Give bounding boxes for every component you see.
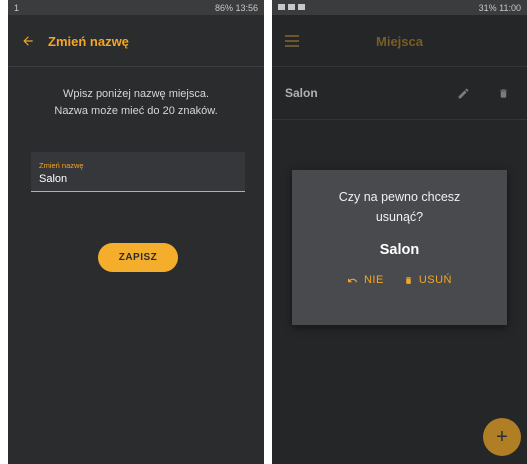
app-bar: Miejsca <box>272 15 527 67</box>
status-bar: 31% 11:00 <box>272 0 527 15</box>
places-screen: 31% 11:00 Miejsca Salon Czy na pewno chc… <box>272 0 527 464</box>
dialog-actions: NIE USUŃ <box>292 274 507 286</box>
list-item[interactable]: Salon <box>272 67 527 119</box>
instructions-line-1: Wpisz poniżej nazwę miejsca. <box>62 88 210 100</box>
cancel-label: NIE <box>363 274 384 286</box>
appbar-divider <box>8 66 264 67</box>
undo-icon <box>347 277 358 282</box>
status-right: 31% 11:00 <box>478 2 521 13</box>
confirm-delete-button[interactable]: USUŃ <box>404 274 452 286</box>
menu-icon[interactable] <box>272 21 312 61</box>
dialog-question: Czy na pewno chcesz usunąć? <box>338 190 461 224</box>
add-place-button[interactable]: + <box>483 418 521 456</box>
cancel-button[interactable]: NIE <box>347 274 384 286</box>
edit-icon[interactable] <box>443 73 483 113</box>
instructions: Wpisz poniżej nazwę miejsca. Nazwa może … <box>8 86 264 120</box>
list-divider <box>272 119 527 120</box>
trash-icon <box>405 276 411 284</box>
status-right: 86% 13:56 <box>214 2 258 13</box>
status-left: 1 <box>14 2 20 13</box>
app-bar: Zmień nazwę <box>8 15 264 67</box>
page-title: Zmień nazwę <box>48 33 129 49</box>
name-field[interactable]: Zmień nazwę <box>31 152 245 192</box>
confirm-label: USUŃ <box>418 274 452 286</box>
dialog-place-name: Salon <box>379 242 420 258</box>
status-bar: 1 86% 13:56 <box>8 0 264 15</box>
name-input[interactable] <box>39 173 229 185</box>
place-name: Salon <box>285 86 318 100</box>
back-arrow-icon[interactable] <box>8 21 48 61</box>
delete-dialog: Czy na pewno chcesz usunąć? Salon NIE US… <box>292 170 507 325</box>
delete-icon[interactable] <box>483 73 523 113</box>
instructions-line-2: Nazwa może mieć do 20 znaków. <box>54 105 218 117</box>
name-field-label: Zmień nazwę <box>39 161 84 170</box>
status-icons <box>278 3 479 13</box>
rename-screen: 1 86% 13:56 Zmień nazwę Wpisz poniżej na… <box>8 0 264 464</box>
save-button[interactable]: ZAPISZ <box>98 243 178 272</box>
page-title: Miejsca <box>376 33 423 49</box>
